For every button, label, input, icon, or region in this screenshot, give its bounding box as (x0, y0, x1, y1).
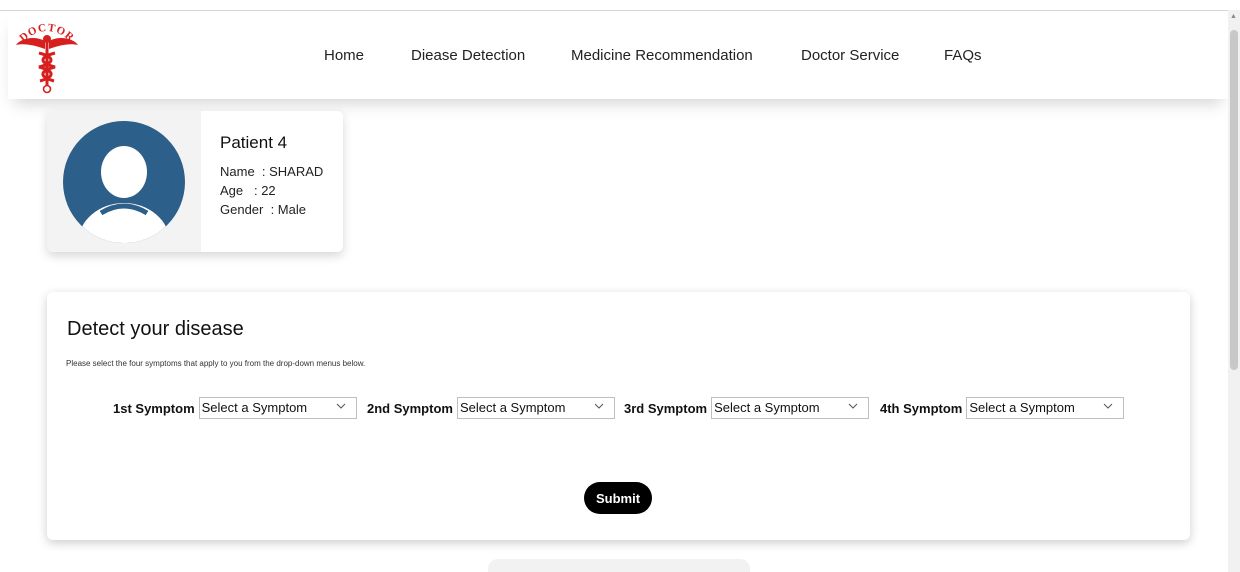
page-scrollbar[interactable]: ▲ (1228, 10, 1240, 572)
symptom-3-value: Select a Symptom (714, 400, 820, 415)
navbar: DOCTOR Home Diease Detection Medicine Re… (8, 11, 1228, 99)
symptom-1-label: 1st Symptom (113, 400, 195, 416)
symptom-1-select[interactable]: Select a Symptom (198, 397, 357, 419)
patient-gender: Gender : Male (220, 202, 306, 217)
nav-disease-detection[interactable]: Diease Detection (411, 47, 525, 64)
nav-faqs[interactable]: FAQs (944, 47, 982, 64)
symptom-1-value: Select a Symptom (201, 400, 308, 415)
symptom-3-label: 3rd Symptom (624, 400, 708, 416)
nav-doctor-service[interactable]: Doctor Service (801, 47, 899, 64)
scroll-up-icon[interactable]: ▲ (1230, 13, 1237, 20)
patient-info: Patient 4 Name : SHARAD Age : 22 Gender … (220, 133, 323, 219)
main-nav: Home Diease Detection Medicine Recommend… (8, 11, 1228, 99)
chevron-down-icon (1103, 403, 1113, 409)
bottom-panel-edge (488, 559, 750, 572)
symptom-4-label: 4th Symptom (880, 400, 963, 416)
symptom-2-label: 2nd Symptom (367, 400, 453, 416)
symptom-group-4: 4th Symptom Select a Symptom (880, 397, 1125, 419)
detect-instructions: Please select the four symptoms that app… (66, 359, 366, 368)
symptom-group-3: 3rd Symptom Select a Symptom (624, 397, 870, 419)
avatar-panel (47, 111, 201, 252)
chevron-down-icon (848, 403, 858, 409)
symptom-group-1: 1st Symptom Select a Symptom (113, 397, 357, 419)
nav-medicine-recommendation[interactable]: Medicine Recommendation (571, 47, 753, 64)
patient-title: Patient 4 (220, 133, 288, 152)
symptom-4-select[interactable]: Select a Symptom (966, 397, 1125, 419)
symptom-3-select[interactable]: Select a Symptom (711, 397, 870, 419)
patient-name: Name : SHARAD (220, 164, 324, 179)
chevron-down-icon (336, 403, 345, 409)
submit-button[interactable]: Submit (584, 482, 652, 514)
patient-age: Age : 22 (220, 183, 276, 198)
patient-card: Patient 4 Name : SHARAD Age : 22 Gender … (47, 111, 343, 252)
avatar (63, 121, 185, 243)
symptom-group-2: 2nd Symptom Select a Symptom (367, 397, 615, 419)
chevron-down-icon (594, 403, 604, 409)
disease-detection-card: Detect your disease Please select the fo… (47, 292, 1190, 540)
symptom-2-select[interactable]: Select a Symptom (456, 397, 615, 419)
nav-home[interactable]: Home (324, 47, 364, 64)
symptom-2-value: Select a Symptom (459, 400, 566, 415)
detect-title: Detect your disease (67, 318, 244, 340)
symptom-4-value: Select a Symptom (969, 400, 1075, 415)
scrollbar-thumb[interactable] (1230, 30, 1238, 370)
